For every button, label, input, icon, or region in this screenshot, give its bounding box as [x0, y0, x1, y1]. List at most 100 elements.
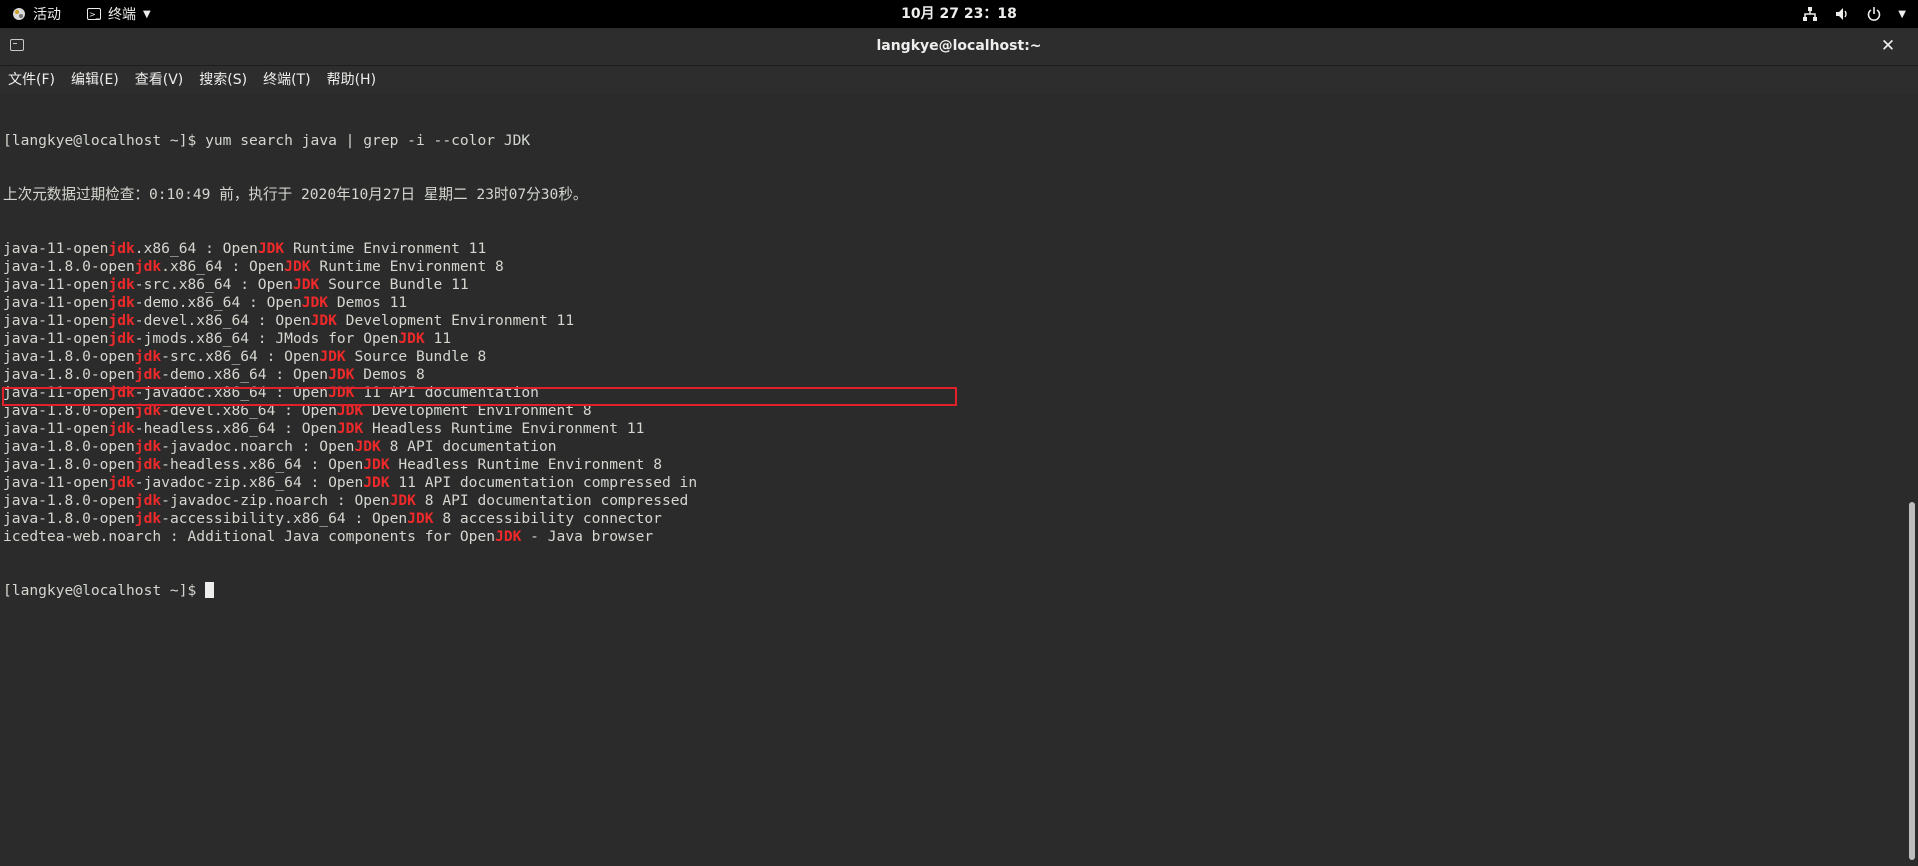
- result-text: -accessibility.x86_64 : Open: [161, 510, 408, 527]
- terminal-lines: [langkye@localhost ~]$ yum search java |…: [3, 96, 697, 636]
- menu-item-view[interactable]: 查看(V): [127, 66, 192, 94]
- grep-match: JDK: [328, 366, 355, 383]
- annotation-highlight-box: [2, 387, 957, 406]
- result-text: java-1.8.0-open: [3, 510, 135, 527]
- grep-match: JDK: [398, 330, 425, 347]
- window-title: langkye@localhost:~: [876, 38, 1042, 54]
- result-text: -headless.x86_64 : Open: [134, 420, 337, 437]
- result-text: -src.x86_64 : Open: [134, 276, 293, 293]
- grep-match: jdk: [108, 474, 135, 491]
- grep-match: JDK: [354, 438, 381, 455]
- search-result-line: java-1.8.0-openjdk-src.x86_64 : OpenJDK …: [3, 348, 697, 366]
- result-text: java-1.8.0-open: [3, 492, 135, 509]
- result-text: 11 API documentation compressed in: [389, 474, 698, 491]
- result-text: .x86_64 : Open: [134, 240, 258, 257]
- result-text: java-11-open: [3, 330, 109, 347]
- result-text: icedtea-web.noarch : Additional Java com…: [3, 528, 496, 545]
- menu-item-file[interactable]: 文件(F): [0, 66, 63, 94]
- result-text: Source Bundle 11: [319, 276, 469, 293]
- grep-match: JDK: [363, 456, 390, 473]
- result-text: Development Environment 11: [336, 312, 575, 329]
- prompt: [langkye@localhost ~]$: [3, 582, 206, 599]
- result-text: java-1.8.0-open: [3, 258, 135, 275]
- volume-icon[interactable]: [1834, 6, 1850, 22]
- result-text: Runtime Environment 11: [284, 240, 487, 257]
- result-text: -src.x86_64 : Open: [161, 348, 320, 365]
- result-text: java-11-open: [3, 474, 109, 491]
- result-text: -javadoc-zip.x86_64 : Open: [134, 474, 364, 491]
- prompt-line: [langkye@localhost ~]$: [3, 582, 697, 600]
- search-result-line: java-11-openjdk-jmods.x86_64 : JMods for…: [3, 330, 697, 348]
- grep-match: jdk: [108, 330, 135, 347]
- result-text: -javadoc-zip.noarch : Open: [161, 492, 390, 509]
- grep-match: jdk: [134, 438, 162, 455]
- menu-item-terminal[interactable]: 终端(T): [255, 66, 318, 94]
- window-titlebar: langkye@localhost:~ ✕: [0, 28, 1918, 66]
- power-menu-icon[interactable]: [1866, 6, 1882, 22]
- search-result-line: java-1.8.0-openjdk-demo.x86_64 : OpenJDK…: [3, 366, 697, 384]
- scrollbar-thumb[interactable]: [1909, 502, 1915, 860]
- result-text: .x86_64 : Open: [161, 258, 285, 275]
- terminal-scrollbar[interactable]: [1904, 94, 1918, 866]
- grep-match: JDK: [495, 528, 522, 545]
- search-result-line: java-11-openjdk-src.x86_64 : OpenJDK Sou…: [3, 276, 697, 294]
- result-text: java-1.8.0-open: [3, 348, 135, 365]
- result-text: 8 accessibility connector: [433, 510, 662, 527]
- grep-match: jdk: [134, 366, 162, 383]
- result-text: java-11-open: [3, 420, 109, 437]
- prompt: [langkye@localhost ~]$: [3, 132, 206, 149]
- grep-match: JDK: [407, 510, 434, 527]
- search-result-line: java-11-openjdk-demo.x86_64 : OpenJDK De…: [3, 294, 697, 312]
- command-text: yum search java | grep -i --color JDK: [205, 132, 531, 149]
- result-text: Headless Runtime Environment 8: [389, 456, 662, 473]
- result-text: java-1.8.0-open: [3, 438, 135, 455]
- terminal-output[interactable]: [langkye@localhost ~]$ yum search java |…: [0, 94, 1904, 866]
- close-icon[interactable]: ✕: [1876, 34, 1900, 58]
- menubar: 文件(F) 编辑(E) 查看(V) 搜索(S) 终端(T) 帮助(H): [0, 66, 1918, 94]
- command-line: [langkye@localhost ~]$ yum search java |…: [3, 132, 697, 150]
- result-text: Source Bundle 8: [345, 348, 487, 365]
- result-text: -jmods.x86_64 : JMods for Open: [134, 330, 399, 347]
- grep-match: jdk: [108, 276, 135, 293]
- menu-item-edit[interactable]: 编辑(E): [63, 66, 127, 94]
- grep-match: jdk: [108, 240, 135, 257]
- grep-match: jdk: [134, 510, 162, 527]
- result-text: java-11-open: [3, 276, 109, 293]
- result-text: java-11-open: [3, 240, 109, 257]
- search-result-line: java-1.8.0-openjdk.x86_64 : OpenJDK Runt…: [3, 258, 697, 276]
- menu-item-help[interactable]: 帮助(H): [319, 66, 384, 94]
- grep-match: jdk: [108, 294, 135, 311]
- gnome-top-bar: 活动 >_ 终端 ▼ 10月 27 23：18 ▼: [0, 0, 1918, 28]
- grep-match: jdk: [134, 348, 162, 365]
- grep-match: JDK: [319, 348, 346, 365]
- result-text: java-11-open: [3, 294, 109, 311]
- grep-match: JDK: [257, 240, 285, 257]
- result-text: -demo.x86_64 : Open: [134, 294, 302, 311]
- grep-match: jdk: [134, 492, 162, 509]
- search-result-line: java-1.8.0-openjdk-headless.x86_64 : Ope…: [3, 456, 697, 474]
- menu-item-search[interactable]: 搜索(S): [191, 66, 255, 94]
- system-menu-caret-icon[interactable]: ▼: [1898, 9, 1906, 20]
- result-text: java-1.8.0-open: [3, 366, 135, 383]
- search-result-line: java-1.8.0-openjdk-javadoc.noarch : Open…: [3, 438, 697, 456]
- grep-match: JDK: [284, 258, 311, 275]
- result-text: Demos 11: [328, 294, 408, 311]
- result-text: - Java browser: [521, 528, 654, 545]
- clock[interactable]: 10月 27 23：18: [0, 0, 1918, 28]
- search-result-line: java-11-openjdk.x86_64 : OpenJDK Runtime…: [3, 240, 697, 258]
- result-text: Demos 8: [354, 366, 425, 383]
- search-result-line: java-11-openjdk-javadoc-zip.x86_64 : Ope…: [3, 474, 697, 492]
- grep-match: JDK: [389, 492, 416, 509]
- text-cursor: [205, 582, 215, 598]
- grep-match: jdk: [134, 456, 162, 473]
- network-icon[interactable]: [1802, 6, 1818, 22]
- result-text: -demo.x86_64 : Open: [161, 366, 329, 383]
- search-result-line: java-1.8.0-openjdk-javadoc-zip.noarch : …: [3, 492, 697, 510]
- result-text: -devel.x86_64 : Open: [134, 312, 311, 329]
- metadata-line: 上次元数据过期检查：0:10:49 前，执行于 2020年10月27日 星期二 …: [3, 186, 588, 203]
- grep-match: jdk: [108, 312, 135, 329]
- result-text: java-11-open: [3, 312, 109, 329]
- result-text: -javadoc.noarch : Open: [161, 438, 355, 455]
- result-text: Runtime Environment 8: [310, 258, 504, 275]
- grep-match: jdk: [134, 258, 162, 275]
